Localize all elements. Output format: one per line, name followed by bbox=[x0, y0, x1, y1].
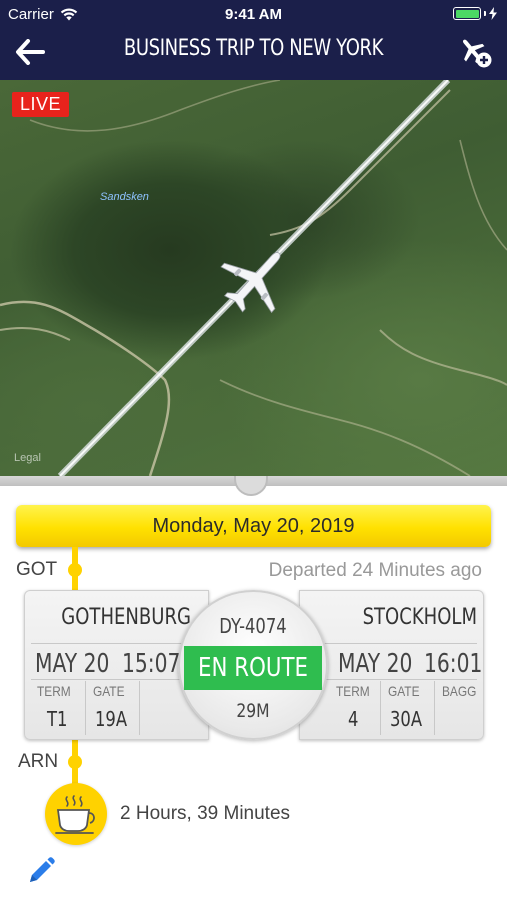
timeline-dot-departure bbox=[68, 563, 82, 577]
status-time: 9:41 AM bbox=[225, 6, 282, 23]
add-flight-icon bbox=[463, 39, 492, 68]
back-button[interactable] bbox=[12, 36, 48, 68]
arrival-gate: 30A bbox=[390, 707, 423, 731]
arrival-city: STOCKHOLM bbox=[362, 605, 478, 630]
arrival-term: 4 bbox=[348, 707, 359, 731]
flight-number: DY-4074 bbox=[219, 614, 287, 638]
nav-bar: BUSINESS TRIP TO NEW YORK bbox=[0, 28, 507, 80]
departure-airport-code: GOT bbox=[16, 559, 58, 580]
map-place-label: Sandsken bbox=[100, 191, 149, 203]
arrival-airport-code: ARN bbox=[18, 751, 59, 772]
flight-map[interactable]: LIVE Sandsken Legal bbox=[0, 80, 507, 476]
charging-bolt-icon bbox=[489, 7, 497, 20]
airplane-icon bbox=[220, 252, 281, 314]
add-flight-button[interactable] bbox=[453, 32, 497, 72]
battery-icon bbox=[453, 7, 497, 20]
departure-gate: 19A bbox=[95, 707, 128, 731]
remaining-time: 29M bbox=[236, 700, 270, 722]
back-arrow-icon bbox=[16, 39, 45, 65]
map-drag-handle[interactable] bbox=[234, 476, 268, 496]
departure-gate-label: GATE bbox=[93, 683, 125, 699]
status-badge-label: EN ROUTE bbox=[198, 653, 308, 683]
departure-time: 15:07 bbox=[122, 649, 181, 679]
top-bar: Carrier 9:41 AM BUSINESS TRIP TO NEW YOR… bbox=[0, 0, 507, 80]
flight-status-text: Departed 24 Minutes ago bbox=[268, 560, 482, 581]
layover-badge bbox=[45, 783, 107, 845]
live-badge: LIVE bbox=[12, 92, 70, 117]
timeline-dot-arrival bbox=[68, 755, 82, 769]
departure-city: GOTHENBURG bbox=[61, 605, 191, 630]
departure-date: MAY 20 bbox=[35, 649, 110, 679]
date-banner: Monday, May 20, 2019 bbox=[16, 505, 491, 547]
pencil-icon bbox=[30, 857, 55, 882]
coffee-cup-icon bbox=[55, 795, 95, 834]
arrival-time: 16:01 bbox=[424, 649, 483, 679]
departure-term-label: TERM bbox=[37, 683, 71, 699]
departure-term: T1 bbox=[47, 707, 68, 731]
arrival-gate-label: GATE bbox=[388, 683, 420, 699]
edit-button[interactable] bbox=[26, 856, 56, 886]
arrival-bagg-label: BAGG bbox=[442, 683, 477, 699]
map-legal-link[interactable]: Legal bbox=[14, 452, 41, 464]
flight-card[interactable]: GOTHENBURG MAY 20 15:07 TERM GATE T1 19A… bbox=[24, 590, 484, 740]
page-title: BUSINESS TRIP TO NEW YORK bbox=[123, 36, 384, 61]
status-bar: Carrier 9:41 AM bbox=[0, 0, 507, 28]
flight-status-dial: DY-4074 EN ROUTE 29M bbox=[178, 590, 328, 740]
arrival-term-label: TERM bbox=[336, 683, 370, 699]
layover-duration: 2 Hours, 39 Minutes bbox=[120, 803, 291, 824]
arrival-date: MAY 20 bbox=[338, 649, 413, 679]
status-badge: EN ROUTE bbox=[184, 646, 322, 690]
